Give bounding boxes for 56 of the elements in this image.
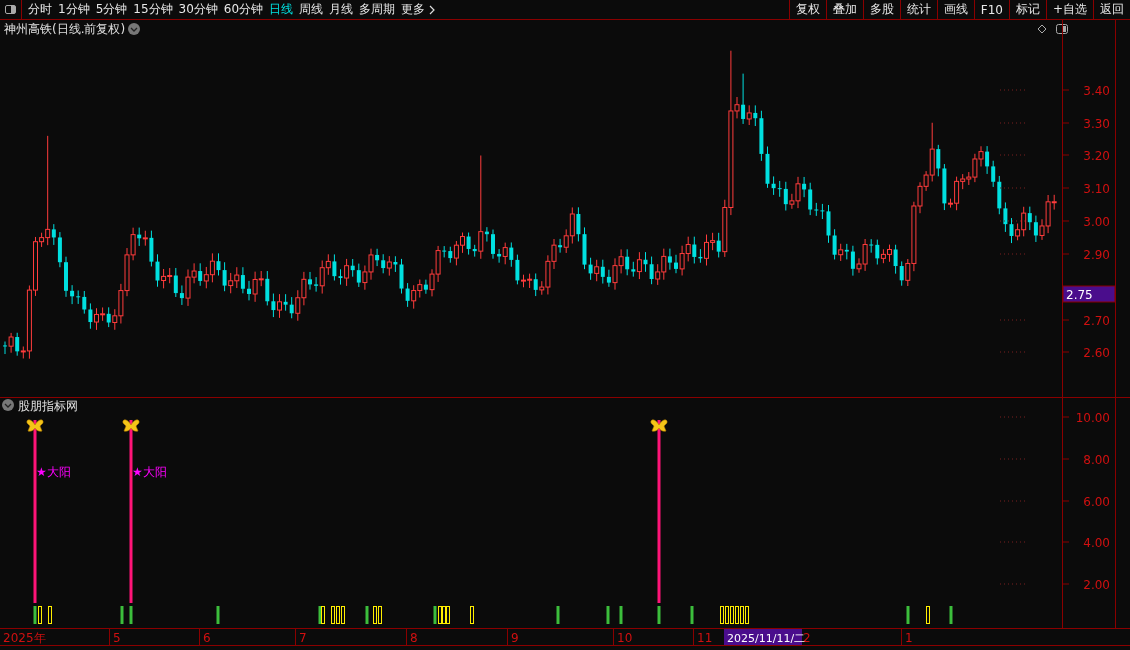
price-label: 3.10 [1083, 182, 1110, 196]
period-tab[interactable]: 5分钟 [95, 1, 128, 18]
time-label: 6 [203, 631, 211, 645]
time-label: 11 [697, 631, 713, 645]
toolbar-button[interactable]: 画线 [936, 0, 974, 19]
time-label: 5 [113, 631, 121, 645]
price-label: 3.20 [1083, 149, 1110, 163]
indicator-axis-label: 4.00 [1083, 536, 1110, 550]
price-label: 2.60 [1083, 346, 1110, 360]
signal-label: ★大阳 [36, 465, 71, 479]
time-label: 7 [299, 631, 307, 645]
time-label: 10 [617, 631, 633, 645]
toolbar-button[interactable]: 叠加 [825, 0, 863, 19]
toolbar-button[interactable]: 多股 [862, 0, 900, 19]
period-tab[interactable]: 分时 [28, 1, 52, 18]
indicator-axis-label: 6.00 [1083, 495, 1110, 509]
toolbar-button[interactable]: 标记 [1008, 0, 1046, 19]
indicator-title: 股朋指标网 [18, 399, 78, 413]
toolbar-button[interactable]: +自选 [1045, 0, 1093, 19]
toolbar-button[interactable]: F10 [973, 0, 1009, 19]
indicator-axis-label: 8.00 [1083, 453, 1110, 467]
toolbar-button[interactable]: 复权 [788, 0, 826, 19]
toolbar-button[interactable]: 统计 [899, 0, 937, 19]
more-button[interactable]: 更多 [401, 1, 426, 18]
period-tab[interactable]: 日线 [269, 1, 294, 18]
chevron-right-icon[interactable] [429, 4, 436, 15]
time-label: 9 [511, 631, 519, 645]
time-label: 2 [803, 631, 811, 645]
chevron-down-icon[interactable] [2, 399, 14, 411]
toolbar-button[interactable]: 返回 [1093, 0, 1130, 19]
butterfly-icon [650, 419, 668, 432]
price-label: 2.70 [1083, 314, 1110, 328]
price-label: 2.90 [1083, 248, 1110, 262]
price-label: 3.30 [1083, 117, 1110, 131]
time-label: 2025年 [3, 631, 46, 645]
price-label: 3.00 [1083, 215, 1110, 229]
period-tab[interactable]: 多周期 [359, 1, 396, 18]
period-tab[interactable]: 60分钟 [223, 1, 264, 18]
period-tab[interactable]: 1分钟 [58, 1, 90, 18]
period-tab[interactable]: 15分钟 [133, 1, 173, 18]
price-label: 3.40 [1083, 84, 1110, 98]
indicator-axis-label: 10.00 [1075, 411, 1110, 425]
diamond-icon[interactable] [1037, 24, 1047, 34]
signal-label: ★大阳 [132, 465, 167, 479]
panel-toggle-icon[interactable] [1056, 24, 1068, 34]
time-label: 1 [905, 631, 913, 645]
period-tab[interactable]: 30分钟 [178, 1, 218, 18]
chart-title: 神州高铁(日线.前复权) [4, 22, 126, 36]
price-tag: 2.75 [1062, 285, 1116, 303]
period-tab[interactable]: 周线 [299, 1, 324, 18]
chevron-down-icon[interactable] [128, 23, 140, 35]
period-tab[interactable]: 月线 [329, 1, 354, 18]
butterfly-icon [122, 419, 140, 432]
time-label: 8 [410, 631, 418, 645]
indicator-axis-label: 2.00 [1083, 578, 1110, 592]
butterfly-icon [26, 419, 44, 432]
